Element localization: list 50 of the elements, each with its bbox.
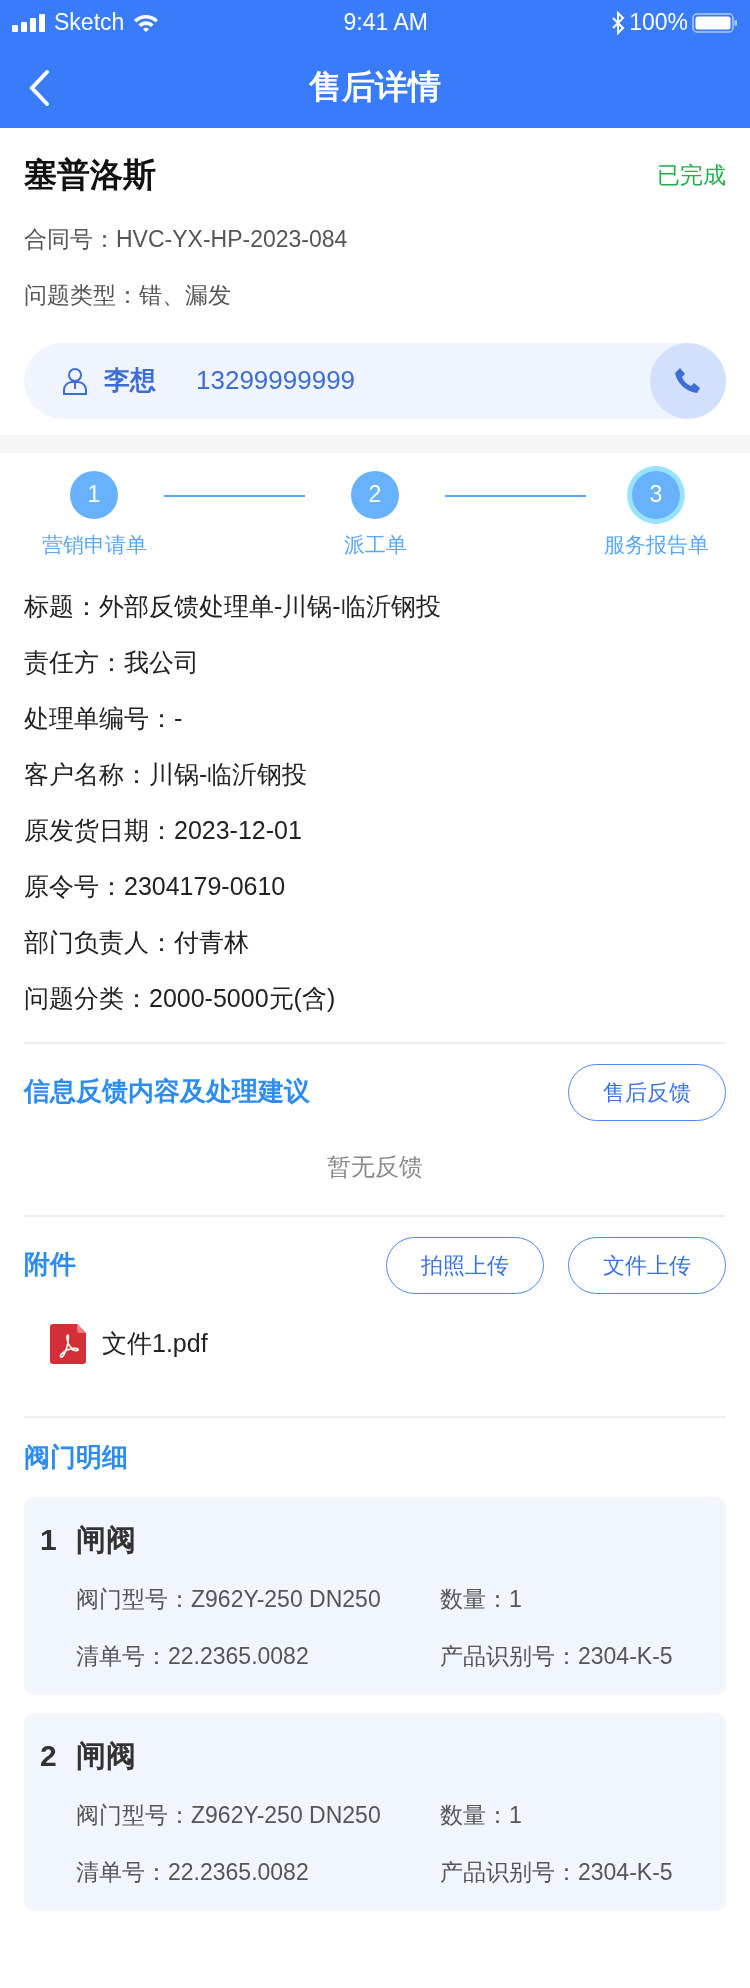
step-circle: 2 <box>351 470 399 519</box>
field-text: 清单号：22.2365.0082 <box>76 1857 310 1887</box>
info-line: 合同号：HVC-YX-HP-2023-084 <box>24 224 349 254</box>
wifi-icon <box>132 12 161 33</box>
step-label: 服务报告单 <box>603 531 709 558</box>
section-title: 信息反馈内容及处理建议 <box>24 1075 310 1108</box>
battery-percent: 100% <box>629 8 688 38</box>
pdf-file-icon[interactable] <box>50 1324 86 1364</box>
detail-line: 处理单编号：- <box>24 703 184 734</box>
detail-line: 原发货日期：2023-12-01 <box>24 815 303 846</box>
section-title: 阀门明细 <box>24 1441 129 1474</box>
upload-button[interactable]: 文件上传 <box>568 1237 726 1294</box>
field-text: 数量：1 <box>440 1801 523 1830</box>
status-text: 已完成 <box>657 160 726 190</box>
field-text: 数量：1 <box>440 1585 523 1614</box>
field-text: 产品识别号：2304-K-5 <box>440 1857 674 1887</box>
detail-line: 标题：外部反馈处理单-川锅-临沂钢投 <box>24 591 442 622</box>
item-number: 1 <box>40 1522 58 1558</box>
detail-line: 部门负责人：付青林 <box>24 927 250 958</box>
clock: 9:41 AM <box>343 8 428 38</box>
field-text: 产品识别号：2304-K-5 <box>440 1641 674 1671</box>
field-text: 阀门型号：Z962Y-250 DN250 <box>76 1585 382 1614</box>
carrier-name: Sketch <box>54 8 125 38</box>
person-icon <box>62 366 88 395</box>
detail-line: 问题分类：2000-5000元(含) <box>24 983 337 1014</box>
empty-message: 暂无反馈 <box>326 1152 424 1182</box>
company-name: 塞普洛斯 <box>24 155 156 195</box>
field-text: 清单号：22.2365.0082 <box>76 1641 310 1671</box>
battery-icon <box>692 11 738 34</box>
step-label: 营销申请单 <box>41 531 147 558</box>
signal-icon <box>12 13 46 32</box>
contact-name: 李想 <box>104 364 156 397</box>
detail-line: 责任方：我公司 <box>24 647 200 678</box>
page-title: 售后详情 <box>309 66 441 107</box>
feedback-button[interactable]: 售后反馈 <box>568 1064 726 1121</box>
valve-name: 闸阀 <box>76 1523 136 1556</box>
info-line: 问题类型：错、漏发 <box>24 281 232 310</box>
upload-button[interactable]: 拍照上传 <box>386 1237 544 1294</box>
field-text: 阀门型号：Z962Y-250 DN250 <box>76 1801 382 1830</box>
valve-name: 闸阀 <box>76 1739 136 1772</box>
section-title: 附件 <box>24 1248 77 1281</box>
phone-number: 13299999999 <box>196 364 357 397</box>
file-name[interactable]: 文件1.pdf <box>102 1325 208 1363</box>
step-label: 派工单 <box>343 531 407 558</box>
back-icon <box>28 69 50 107</box>
detail-line: 客户名称：川锅-临沂钢投 <box>24 759 309 790</box>
item-number: 2 <box>40 1738 58 1774</box>
detail-line: 原令号：2304179-0610 <box>24 871 287 902</box>
step-circle: 1 <box>70 470 118 519</box>
bluetooth-icon <box>611 10 626 35</box>
